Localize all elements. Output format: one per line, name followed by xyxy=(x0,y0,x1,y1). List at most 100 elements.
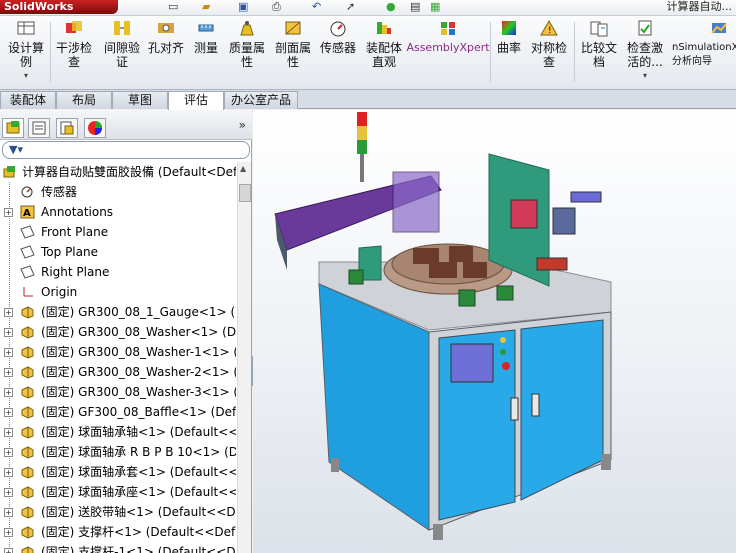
tree-item[interactable]: + (固定) GR300_08_1_Gauge<1> (De xyxy=(0,302,236,322)
tree-item[interactable]: + (固定) GF300_08_Baffle<1> (Defau xyxy=(0,402,236,422)
expand-toggle-icon[interactable]: + xyxy=(4,388,13,397)
file-properties-icon[interactable]: ▤ xyxy=(410,0,420,14)
simulation-icon xyxy=(708,18,730,38)
stack-light-pole xyxy=(360,154,364,182)
panel-tabs: » xyxy=(0,110,252,140)
expand-toggle-icon[interactable]: + xyxy=(4,208,13,217)
sensor-button[interactable]: 传感器 xyxy=(318,18,358,55)
expand-toggle-icon[interactable]: + xyxy=(4,328,13,337)
expand-toggle-icon[interactable]: + xyxy=(4,548,13,553)
print-icon[interactable]: ⎙ xyxy=(272,0,281,14)
expand-toggle-icon[interactable]: + xyxy=(4,368,13,377)
zoom-to-fit-icon[interactable]: ⌕ xyxy=(669,110,676,111)
section-properties-button[interactable]: 剖面属 性 xyxy=(272,18,314,69)
scroll-thumb[interactable] xyxy=(239,184,251,202)
tree-item[interactable]: + (固定) 支撑杆<1> (Default<<Defau xyxy=(0,522,236,542)
tree-root-assembly[interactable]: 计算器自动贴雙面胶設備 (Default<Def xyxy=(0,162,236,182)
annotations-icon: A xyxy=(20,205,35,219)
clearance-button[interactable]: 间隙验 证 xyxy=(100,18,144,69)
dropdown-arrow-icon[interactable]: ▾ xyxy=(643,69,647,83)
interference-button[interactable]: 干涉检 查 xyxy=(54,18,94,69)
tree-item[interactable]: Top Plane xyxy=(0,242,236,262)
select-pointer-icon[interactable]: ➚ xyxy=(346,0,355,14)
tree-item[interactable]: + (固定) GR300_08_Washer-1<1> (D xyxy=(0,342,236,362)
tab-assembly[interactable]: 装配体 xyxy=(0,91,56,109)
tree-item-label: (固定) 球面轴承轴<1> (Default<<D xyxy=(41,425,236,439)
configuration-manager-tab[interactable] xyxy=(56,118,78,138)
tree-item-label: (固定) GR300_08_Washer-2<1> (D xyxy=(41,365,236,379)
curvature-button[interactable]: 曲率 xyxy=(494,18,524,55)
compare-documents-button[interactable]: 比较文 档 xyxy=(578,18,620,69)
tree-item[interactable]: + A Annotations xyxy=(0,202,236,222)
tree-filter[interactable]: ▼▾ xyxy=(2,141,250,159)
tree-item[interactable]: + (固定) GR300_08_Washer-2<1> (D xyxy=(0,362,236,382)
simulationxpress-button[interactable]: nSimulationXp 分析向导 xyxy=(672,18,736,69)
expand-chevron-icon[interactable]: » xyxy=(239,118,246,132)
graphics-viewport[interactable]: ⌕ ⌕ ✎ xyxy=(253,110,736,553)
tree-item-label: (固定) GR300_08_Washer-3<1> (D xyxy=(41,385,236,399)
ribbon-separator xyxy=(50,22,51,82)
expand-toggle-icon[interactable]: + xyxy=(4,488,13,497)
tape-feeder xyxy=(536,257,568,271)
save-icon[interactable]: ▣ xyxy=(238,0,248,14)
tree-item-label: 传感器 xyxy=(41,185,78,199)
tree-item[interactable]: + (固定) 球面轴承 R B P B 10<1> (De xyxy=(0,442,236,462)
tree-scrollbar[interactable]: ▲ xyxy=(237,162,251,553)
undo-icon[interactable]: ↶ xyxy=(312,0,321,14)
expand-toggle-icon[interactable]: + xyxy=(4,308,13,317)
measure-icon xyxy=(195,18,217,38)
sensor-folder-icon xyxy=(20,185,35,199)
assembly-visualization-button[interactable]: 装配体 直观 xyxy=(362,18,406,69)
tree-item[interactable]: Right Plane xyxy=(0,262,236,282)
tree-item[interactable]: + (固定) GR300_08_Washer<1> (Def xyxy=(0,322,236,342)
solidworks-logo[interactable]: SolidWorks xyxy=(0,0,118,14)
hole-align-button[interactable]: 孔对齐 xyxy=(146,18,186,55)
open-folder-icon[interactable]: ▰ xyxy=(202,0,210,14)
previous-view-icon[interactable]: ✎ xyxy=(717,110,728,111)
expand-toggle-icon[interactable]: + xyxy=(4,468,13,477)
measure-button[interactable]: 测量 xyxy=(190,18,222,55)
options-icon[interactable]: ▦ xyxy=(430,0,440,14)
command-manager-ribbon: 设计算 例 ▾ 干涉检 查 间隙验 证 孔对齐 测量 质量属 性 剖面属 性 传… xyxy=(0,16,736,90)
part-icon xyxy=(20,445,35,459)
tree-item[interactable]: Origin xyxy=(0,282,236,302)
scroll-up-arrow-icon[interactable]: ▲ xyxy=(240,164,246,173)
expand-toggle-icon[interactable]: + xyxy=(4,348,13,357)
property-manager-tab[interactable] xyxy=(28,118,50,138)
tree-item-label: (固定) GF300_08_Baffle<1> (Defau xyxy=(41,405,236,419)
design-study-button[interactable]: 设计算 例 ▾ xyxy=(6,18,46,83)
tree-item[interactable]: + (固定) 送胶带轴<1> (Default<<Det xyxy=(0,502,236,522)
indicator-yellow xyxy=(500,337,506,343)
display-manager-tab[interactable] xyxy=(84,118,106,138)
tree-item[interactable]: + (固定) GR300_08_Washer-3<1> (D xyxy=(0,382,236,402)
expand-toggle-icon[interactable]: + xyxy=(4,508,13,517)
rebuild-icon[interactable]: ● xyxy=(386,0,396,14)
feature-manager-tab[interactable] xyxy=(2,118,24,138)
sensor-label: 传感器 xyxy=(319,41,356,55)
tree-item[interactable]: + (固定) 支撑杆-1<1> (Default<<De xyxy=(0,542,236,553)
zoom-area-icon[interactable]: ⌕ xyxy=(693,110,700,111)
mass-properties-button[interactable]: 质量属 性 xyxy=(226,18,268,69)
new-document-icon[interactable]: ▭ xyxy=(168,0,178,14)
expand-toggle-icon[interactable]: + xyxy=(4,408,13,417)
svg-text:A: A xyxy=(23,208,31,219)
tree-item[interactable]: + (固定) 球面轴承套<1> (Default<<D xyxy=(0,462,236,482)
tree-item-label: (固定) GR300_08_Washer-1<1> (D xyxy=(41,345,236,359)
tab-sketch[interactable]: 草图 xyxy=(112,91,168,109)
tree-item[interactable]: Front Plane xyxy=(0,222,236,242)
expand-toggle-icon[interactable]: + xyxy=(4,428,13,437)
dropdown-arrow-icon[interactable]: ▾ xyxy=(24,69,28,83)
fixture xyxy=(429,262,457,278)
tab-layout[interactable]: 布局 xyxy=(56,91,112,109)
tab-evaluate[interactable]: 评估 xyxy=(168,91,224,110)
expand-toggle-icon[interactable]: + xyxy=(4,448,13,457)
expand-toggle-icon[interactable]: + xyxy=(4,528,13,537)
tab-office-products[interactable]: 办公室产品 xyxy=(224,91,298,109)
check-active-document-button[interactable]: 检查激 活的... ▾ xyxy=(622,18,668,83)
part-icon xyxy=(20,425,35,439)
symmetry-check-button[interactable]: ! 对称检 查 xyxy=(528,18,570,69)
tree-item[interactable]: + (固定) 球面轴承轴<1> (Default<<D xyxy=(0,422,236,442)
tree-item[interactable]: + (固定) 球面轴承座<1> (Default<<D xyxy=(0,482,236,502)
assemblyxpert-button[interactable]: AssemblyXpert xyxy=(406,18,490,55)
tree-item[interactable]: 传感器 xyxy=(0,182,236,202)
